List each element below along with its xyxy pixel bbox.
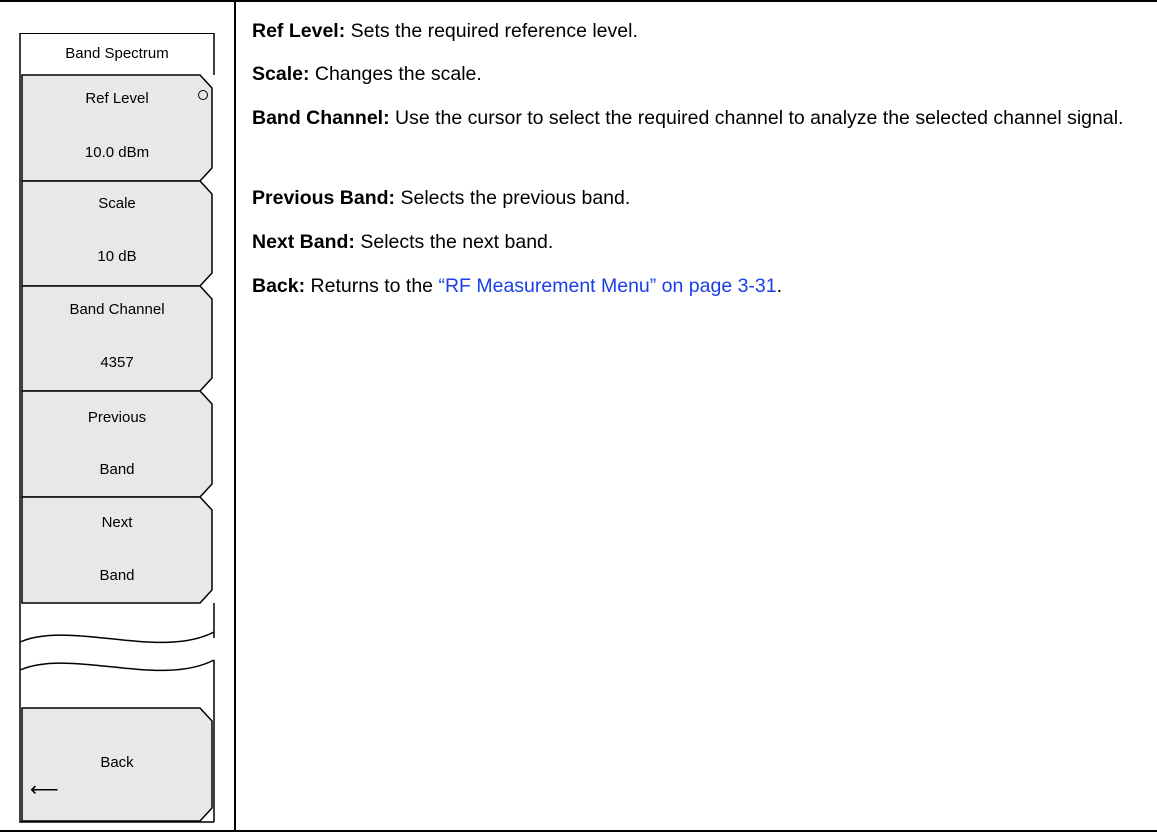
scale-value: 10 dB [97, 248, 137, 265]
rf-measurement-menu-link[interactable]: “RF Measurement Menu” on page 3-31 [438, 275, 776, 297]
ref-level-label: Ref Level [85, 90, 149, 107]
scale-key[interactable]: Scale 10 dB [22, 181, 212, 286]
column-divider [234, 0, 236, 832]
radio-indicator-icon [198, 90, 208, 100]
menu-title: Band Spectrum [20, 33, 214, 73]
previous-band-line2: Band [99, 461, 135, 478]
previous-band-key[interactable]: Previous Band [22, 391, 212, 497]
ref-level-value: 10.0 dBm [84, 144, 150, 161]
desc-previous-band: Previous Band: Selects the previous band… [252, 187, 631, 209]
desc-ref-level: Ref Level: Sets the required reference l… [252, 20, 638, 42]
desc-scale: Scale: Changes the scale. [252, 63, 482, 85]
desc-next-band: Next Band: Selects the next band. [252, 231, 554, 253]
soft-key-menu: Band Spectrum Ref Level 10.0 dBm Scale 1… [0, 0, 234, 832]
next-band-line1: Next [101, 514, 133, 531]
back-key[interactable]: Back [22, 708, 212, 821]
next-band-line2: Band [99, 567, 135, 584]
desc-band-channel: Band Channel: Use the cursor to select t… [252, 107, 1124, 129]
ref-level-key[interactable]: Ref Level 10.0 dBm [22, 75, 212, 181]
band-channel-key[interactable]: Band Channel 4357 [22, 286, 212, 391]
left-arrow-icon: ⟵ [30, 779, 59, 801]
previous-band-line1: Previous [87, 409, 147, 426]
back-label: Back [100, 754, 134, 771]
scale-label: Scale [98, 195, 136, 212]
band-channel-value: 4357 [100, 354, 134, 371]
desc-back: Back: Returns to the “RF Measurement Men… [252, 275, 783, 297]
band-channel-label: Band Channel [69, 301, 165, 318]
next-band-key[interactable]: Next Band [22, 497, 212, 603]
